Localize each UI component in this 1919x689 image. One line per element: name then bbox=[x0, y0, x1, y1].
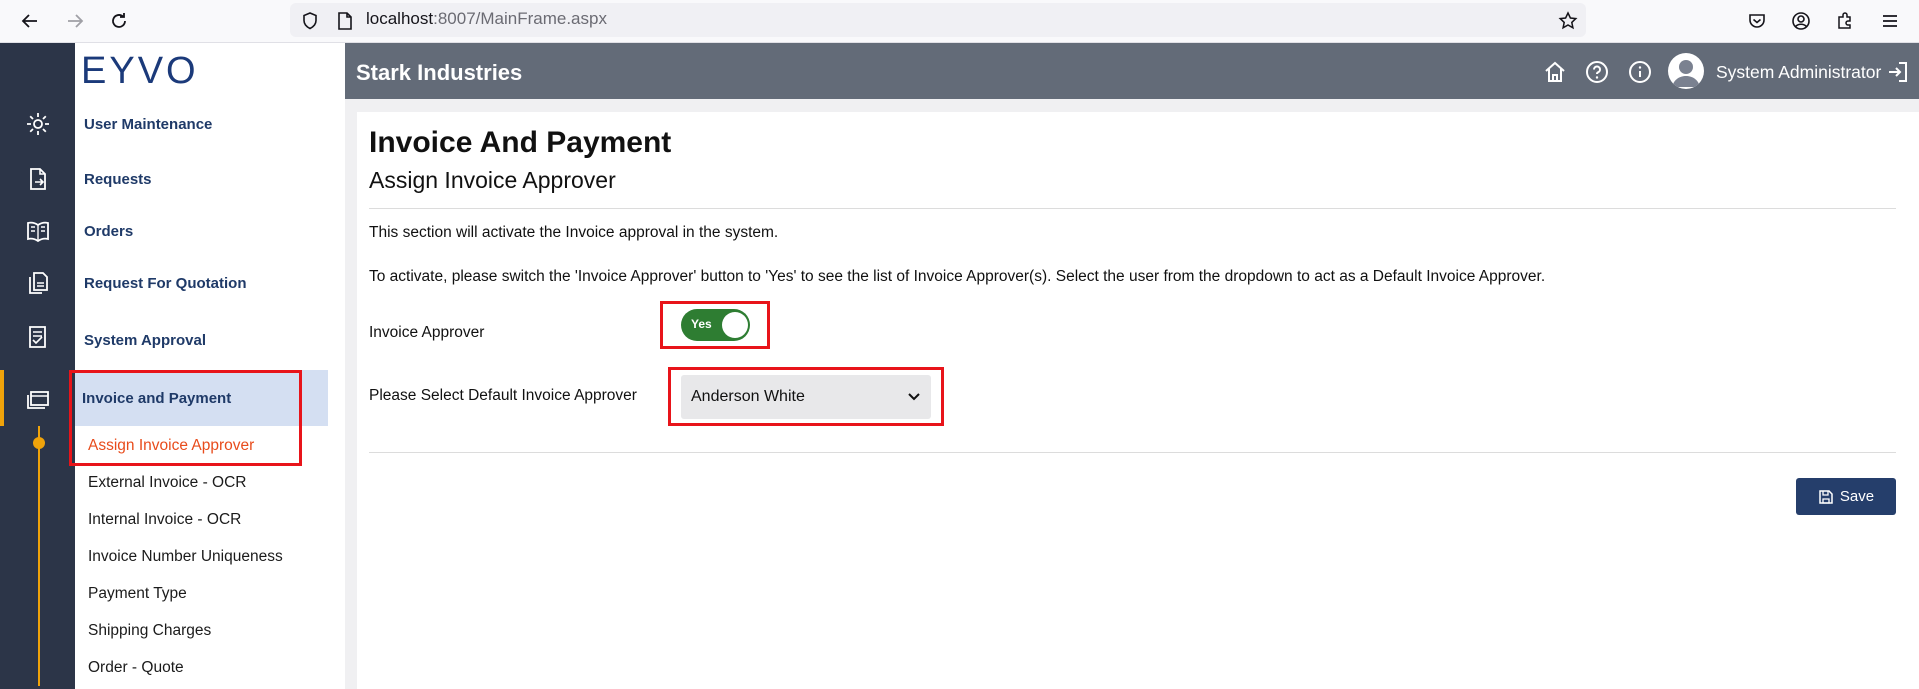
highlight-box-toggle bbox=[660, 301, 770, 349]
user-name[interactable]: System Administrator bbox=[1716, 62, 1881, 83]
forward-button[interactable] bbox=[60, 6, 90, 36]
instruction-text: To activate, please switch the 'Invoice … bbox=[369, 268, 1546, 285]
arrow-left-icon bbox=[21, 14, 37, 28]
divider-top bbox=[369, 208, 1896, 209]
invoice-payment-icon[interactable] bbox=[0, 372, 75, 424]
page-title: Invoice And Payment bbox=[369, 126, 672, 159]
quotation-copy-icon[interactable] bbox=[0, 257, 75, 309]
submenu-internal-invoice-ocr[interactable]: Internal Invoice - OCR bbox=[88, 511, 241, 529]
user-avatar-icon bbox=[1672, 60, 1700, 87]
save-button[interactable]: Save bbox=[1796, 478, 1896, 515]
pocket-icon[interactable] bbox=[1742, 6, 1772, 36]
sidebar-item-system-approval[interactable]: System Approval bbox=[84, 332, 206, 349]
rail-submenu-line bbox=[38, 426, 40, 686]
logout-icon[interactable] bbox=[1884, 58, 1912, 86]
extensions-icon[interactable] bbox=[1830, 6, 1860, 36]
sidebar-item-rfq[interactable]: Request For Quotation bbox=[84, 275, 247, 292]
bookmark-star-icon[interactable] bbox=[1553, 6, 1583, 36]
default-approver-label: Please Select Default Invoice Approver bbox=[369, 387, 637, 404]
request-document-icon[interactable] bbox=[0, 153, 75, 205]
orders-book-icon[interactable] bbox=[0, 205, 75, 257]
url-text[interactable]: localhost:8007/MainFrame.aspx bbox=[366, 9, 607, 29]
gear-icon[interactable] bbox=[0, 98, 75, 150]
sidebar-item-orders[interactable]: Orders bbox=[84, 223, 133, 240]
reload-icon bbox=[112, 13, 126, 28]
reload-button[interactable] bbox=[104, 6, 134, 36]
url-path: :8007/MainFrame.aspx bbox=[433, 9, 607, 28]
info-icon[interactable] bbox=[1626, 58, 1654, 86]
save-icon bbox=[1819, 489, 1833, 504]
account-icon[interactable] bbox=[1786, 6, 1816, 36]
company-name: Stark Industries bbox=[356, 60, 523, 85]
back-button[interactable] bbox=[15, 6, 45, 36]
highlight-box-menu bbox=[69, 370, 302, 466]
highlight-box-select bbox=[668, 367, 944, 426]
home-icon[interactable] bbox=[1541, 58, 1569, 86]
help-icon[interactable] bbox=[1583, 58, 1611, 86]
rail-submenu-dot bbox=[33, 437, 45, 449]
avatar[interactable] bbox=[1668, 53, 1704, 89]
shield-icon[interactable] bbox=[295, 6, 325, 36]
arrow-right-icon bbox=[68, 14, 84, 28]
submenu-external-invoice-ocr[interactable]: External Invoice - OCR bbox=[88, 474, 247, 492]
approval-checklist-icon[interactable] bbox=[0, 311, 75, 363]
sidebar-item-requests[interactable]: Requests bbox=[84, 171, 152, 188]
divider-bottom bbox=[369, 452, 1896, 453]
submenu-payment-type[interactable]: Payment Type bbox=[88, 585, 187, 603]
submenu-order-quote[interactable]: Order - Quote bbox=[88, 659, 184, 677]
page-info-icon[interactable] bbox=[330, 6, 360, 36]
description-text: This section will activate the Invoice a… bbox=[369, 224, 779, 241]
submenu-invoice-number-uniqueness[interactable]: Invoice Number Uniqueness bbox=[88, 548, 283, 566]
invoice-approver-label: Invoice Approver bbox=[369, 324, 485, 341]
save-button-label: Save bbox=[1839, 488, 1875, 505]
menu-hamburger-icon[interactable] bbox=[1875, 6, 1905, 36]
url-host: localhost bbox=[366, 9, 434, 28]
logo-text: EYVO bbox=[81, 50, 199, 92]
submenu-shipping-charges[interactable]: Shipping Charges bbox=[88, 622, 211, 640]
page-subtitle: Assign Invoice Approver bbox=[369, 167, 616, 193]
sidebar-item-user-maintenance[interactable]: User Maintenance bbox=[84, 116, 212, 133]
